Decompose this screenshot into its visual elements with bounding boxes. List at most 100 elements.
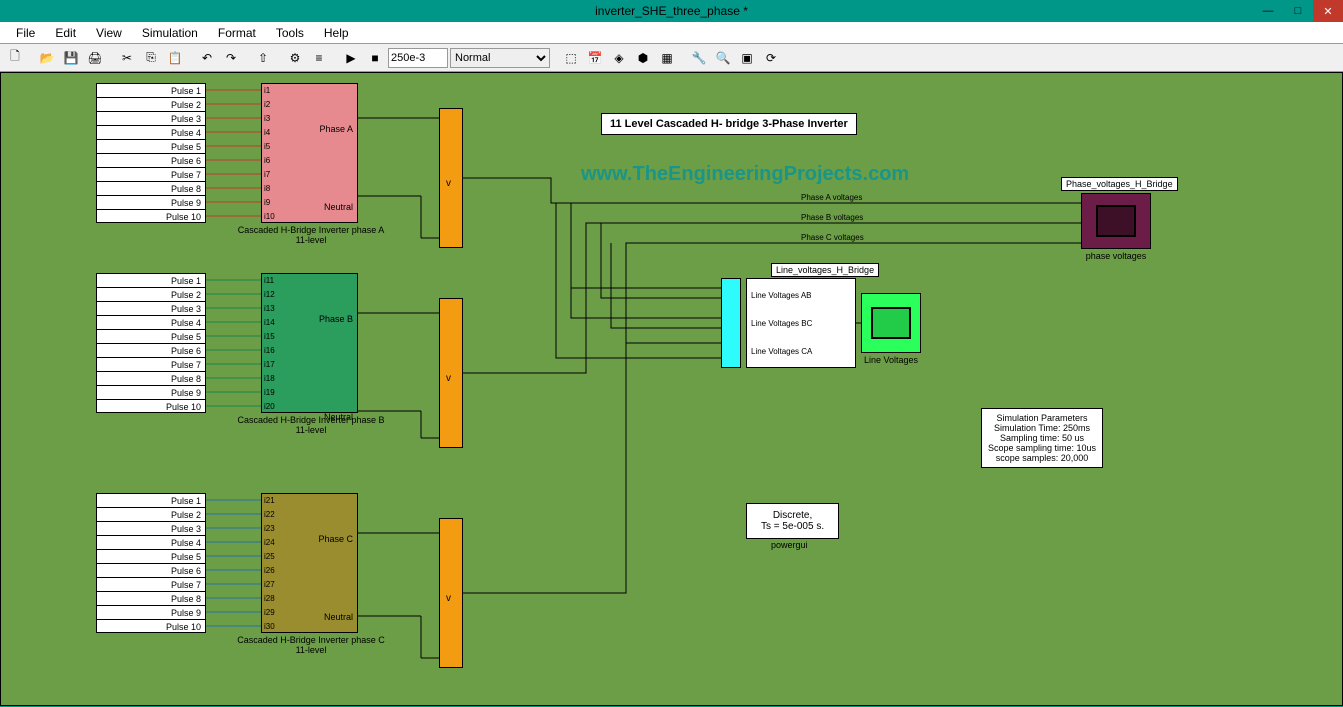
stop-time-input[interactable] bbox=[388, 48, 448, 68]
port-label: Line Voltages AB bbox=[751, 291, 812, 300]
port-label: i12 bbox=[264, 290, 275, 299]
close-button[interactable]: ✕ bbox=[1313, 0, 1343, 22]
pulse-label: Pulse 6 bbox=[97, 564, 205, 578]
port-label: Phase B bbox=[319, 314, 353, 324]
mode-select[interactable]: Normal bbox=[450, 48, 550, 68]
voltage-block-b[interactable]: v bbox=[439, 298, 463, 448]
pulse-label: Pulse 9 bbox=[97, 606, 205, 620]
voltage-block-a[interactable]: v bbox=[439, 108, 463, 248]
library-icon[interactable]: 🔧 bbox=[688, 47, 710, 69]
port-label: i17 bbox=[264, 360, 275, 369]
refresh-icon[interactable]: ⟳ bbox=[760, 47, 782, 69]
phase-scope-block[interactable] bbox=[1081, 193, 1151, 249]
port-label: i23 bbox=[264, 524, 275, 533]
tool-icon-2[interactable]: 📅 bbox=[584, 47, 606, 69]
port-label: i8 bbox=[264, 184, 270, 193]
menu-tools[interactable]: Tools bbox=[266, 24, 314, 42]
up-icon[interactable]: ⇧ bbox=[252, 47, 274, 69]
print-icon[interactable]: 🖨 bbox=[84, 47, 106, 69]
voltage-block-c[interactable]: v bbox=[439, 518, 463, 668]
pulse-label: Pulse 9 bbox=[97, 386, 205, 400]
scope-title: Phase_voltages_H_Bridge bbox=[1061, 177, 1178, 191]
port-label: i6 bbox=[264, 156, 270, 165]
watermark: www.TheEngineeringProjects.com bbox=[581, 163, 909, 186]
port-label: Line Voltages BC bbox=[751, 319, 812, 328]
pulse-label: Pulse 6 bbox=[97, 344, 205, 358]
save-icon[interactable]: 💾 bbox=[60, 47, 82, 69]
menu-format[interactable]: Format bbox=[208, 24, 266, 42]
stop-icon[interactable]: ■ bbox=[364, 47, 386, 69]
port-label: i3 bbox=[264, 114, 270, 123]
menu-bar: File Edit View Simulation Format Tools H… bbox=[0, 22, 1343, 44]
port-label: i13 bbox=[264, 304, 275, 313]
pulse-block-b[interactable]: Pulse 1 Pulse 2 Pulse 3 Pulse 4 Pulse 5 … bbox=[96, 273, 206, 413]
paste-icon[interactable]: 📋 bbox=[164, 47, 186, 69]
window-titlebar: inverter_SHE_three_phase * — □ ✕ bbox=[0, 0, 1343, 22]
pulse-label: Pulse 1 bbox=[97, 494, 205, 508]
pulse-label: Pulse 8 bbox=[97, 372, 205, 386]
sim-param-line: Simulation Time: 250ms bbox=[988, 423, 1096, 433]
hbridge-block-c[interactable]: i21 i22 i23 i24 i25 i26 i27 i28 i29 i30 … bbox=[261, 493, 358, 633]
debug-icon[interactable]: ⚙ bbox=[284, 47, 306, 69]
list-icon[interactable]: ≡ bbox=[308, 47, 330, 69]
model-canvas[interactable]: 11 Level Cascaded H- bridge 3-Phase Inve… bbox=[0, 72, 1343, 706]
tool-icon-3[interactable]: ◈ bbox=[608, 47, 630, 69]
scope-title: Line_voltages_H_Bridge bbox=[771, 263, 879, 277]
explorer-icon[interactable]: 🔍 bbox=[712, 47, 734, 69]
undo-icon[interactable]: ↶ bbox=[196, 47, 218, 69]
signal-label: Phase A voltages bbox=[801, 193, 862, 202]
copy-icon[interactable]: ⎘ bbox=[140, 47, 162, 69]
port-label: i26 bbox=[264, 566, 275, 575]
port-label: i19 bbox=[264, 388, 275, 397]
menu-edit[interactable]: Edit bbox=[45, 24, 86, 42]
pulse-label: Pulse 4 bbox=[97, 126, 205, 140]
new-icon[interactable]: 🗋 bbox=[4, 47, 26, 69]
sim-params-box: Simulation Parameters Simulation Time: 2… bbox=[981, 408, 1103, 468]
block-label: Cascaded H-Bridge Inverter phase C 11-le… bbox=[221, 635, 401, 655]
port-label: i15 bbox=[264, 332, 275, 341]
port-label: i7 bbox=[264, 170, 270, 179]
pulse-block-a[interactable]: Pulse 1 Pulse 2 Pulse 3 Pulse 4 Pulse 5 … bbox=[96, 83, 206, 223]
sim-param-line: Scope sampling time: 10us bbox=[988, 443, 1096, 453]
line-scope-block[interactable] bbox=[861, 293, 921, 353]
v-label: v bbox=[446, 178, 451, 189]
port-label: Phase C bbox=[318, 534, 353, 544]
port-label: i30 bbox=[264, 622, 275, 631]
redo-icon[interactable]: ↷ bbox=[220, 47, 242, 69]
maximize-button[interactable]: □ bbox=[1283, 0, 1313, 22]
port-label: i2 bbox=[264, 100, 270, 109]
port-label: i16 bbox=[264, 346, 275, 355]
port-label: i28 bbox=[264, 594, 275, 603]
hbridge-block-b[interactable]: i11 i12 i13 i14 i15 i16 i17 i18 i19 i20 … bbox=[261, 273, 358, 413]
cut-icon[interactable]: ✂ bbox=[116, 47, 138, 69]
model-icon[interactable]: ▣ bbox=[736, 47, 758, 69]
tool-icon-5[interactable]: ▦ bbox=[656, 47, 678, 69]
pulse-label: Pulse 3 bbox=[97, 112, 205, 126]
pulse-label: Pulse 7 bbox=[97, 168, 205, 182]
open-icon[interactable]: 📂 bbox=[36, 47, 58, 69]
pulse-label: Pulse 7 bbox=[97, 578, 205, 592]
block-label: Cascaded H-Bridge Inverter phase B 11-le… bbox=[221, 415, 401, 435]
line-sub-block[interactable]: Line Voltages AB Line Voltages BC Line V… bbox=[746, 278, 856, 368]
port-label: i20 bbox=[264, 402, 275, 411]
port-label: i25 bbox=[264, 552, 275, 561]
tool-icon-4[interactable]: ⬢ bbox=[632, 47, 654, 69]
v-label: v bbox=[446, 593, 451, 604]
minimize-button[interactable]: — bbox=[1253, 0, 1283, 22]
powergui-block[interactable]: Discrete, Ts = 5e-005 s. bbox=[746, 503, 839, 539]
run-icon[interactable]: ▶ bbox=[340, 47, 362, 69]
scope-screen-icon bbox=[871, 307, 911, 339]
line-mux-block[interactable] bbox=[721, 278, 741, 368]
pulse-block-c[interactable]: Pulse 1 Pulse 2 Pulse 3 Pulse 4 Pulse 5 … bbox=[96, 493, 206, 633]
menu-view[interactable]: View bbox=[86, 24, 132, 42]
tool-icon-1[interactable]: ⬚ bbox=[560, 47, 582, 69]
pulse-label: Pulse 10 bbox=[97, 210, 205, 224]
pulse-label: Pulse 1 bbox=[97, 274, 205, 288]
menu-help[interactable]: Help bbox=[314, 24, 359, 42]
menu-file[interactable]: File bbox=[6, 24, 45, 42]
menu-simulation[interactable]: Simulation bbox=[132, 24, 208, 42]
pulse-label: Pulse 2 bbox=[97, 508, 205, 522]
hbridge-block-a[interactable]: i1 i2 i3 i4 i5 i6 i7 i8 i9 i10 Phase A N… bbox=[261, 83, 358, 223]
pulse-label: Pulse 6 bbox=[97, 154, 205, 168]
pulse-label: Pulse 5 bbox=[97, 550, 205, 564]
